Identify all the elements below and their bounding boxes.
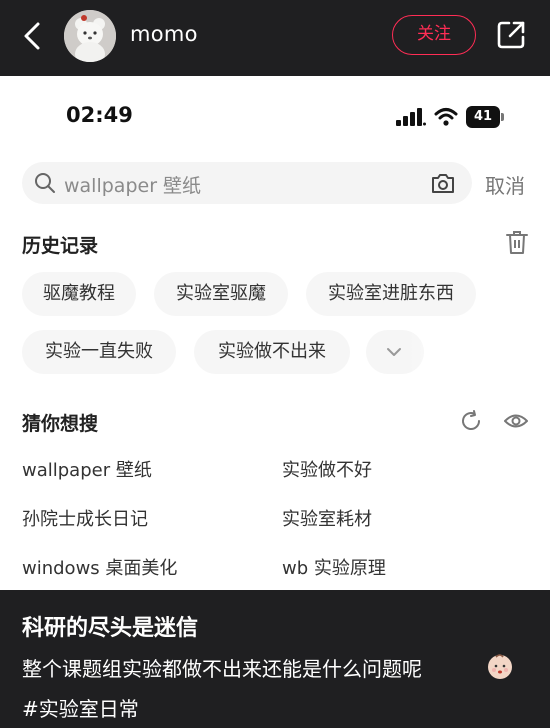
search-input[interactable]: wallpaper 壁纸 [22, 162, 472, 204]
history-title: 历史记录 [22, 235, 99, 257]
history-chip[interactable]: 实验室驱魔 [154, 272, 288, 316]
suggestion-item[interactable]: 孙院士成长日记 [22, 505, 148, 531]
follow-button[interactable]: 关注 [392, 15, 476, 55]
history-chip[interactable]: 实验一直失败 [22, 330, 176, 374]
top-bar: momo 关注 [0, 0, 550, 76]
eye-icon[interactable] [503, 410, 529, 432]
battery-indicator: 41 [466, 106, 506, 128]
search-icon [35, 173, 55, 193]
camera-icon[interactable] [430, 171, 456, 195]
bear-avatar-icon [64, 10, 116, 62]
suggestion-item[interactable]: wb 实验原理 [282, 554, 386, 580]
cancel-button[interactable]: 取消 [485, 170, 525, 199]
battery-level: 41 [466, 106, 500, 128]
avatar[interactable] [64, 10, 116, 62]
trash-icon[interactable] [505, 229, 529, 255]
suggestion-item[interactable]: 实验室耗材 [282, 505, 372, 531]
suggestion-item[interactable]: 实验做不好 [282, 456, 372, 482]
search-query: wallpaper 壁纸 [64, 175, 202, 197]
history-chip[interactable]: 驱魔教程 [22, 272, 136, 316]
guess-title: 猜你想搜 [22, 413, 99, 435]
username[interactable]: momo [130, 22, 198, 46]
chevron-left-icon[interactable] [20, 20, 46, 52]
history-chip[interactable]: 实验做不出来 [194, 330, 350, 374]
chip-fade-overlay [406, 324, 550, 382]
history-chip[interactable]: 实验室进脏东西 [306, 272, 476, 316]
post-title: 科研的尽头是迷信 [22, 616, 199, 641]
embedded-screenshot: 02:49 41 wallpaper 壁纸 取消 历史记录 驱魔教程 实验室驱魔… [0, 76, 550, 590]
battery-nub [501, 113, 504, 121]
post-body: 整个课题组实验都做不出来还能是什么问题呢 [22, 657, 422, 681]
cellular-signal-icon [396, 108, 426, 126]
suggestion-item[interactable]: windows 桌面美化 [22, 554, 177, 580]
status-time: 02:49 [66, 103, 133, 127]
refresh-icon[interactable] [459, 409, 483, 433]
share-out-icon[interactable] [494, 18, 528, 52]
wifi-icon [434, 108, 458, 126]
hashtag-link[interactable]: #实验室日常 [22, 693, 139, 722]
suggestion-item[interactable]: wallpaper 壁纸 [22, 456, 152, 482]
baby-face-emoji-icon [488, 654, 512, 679]
